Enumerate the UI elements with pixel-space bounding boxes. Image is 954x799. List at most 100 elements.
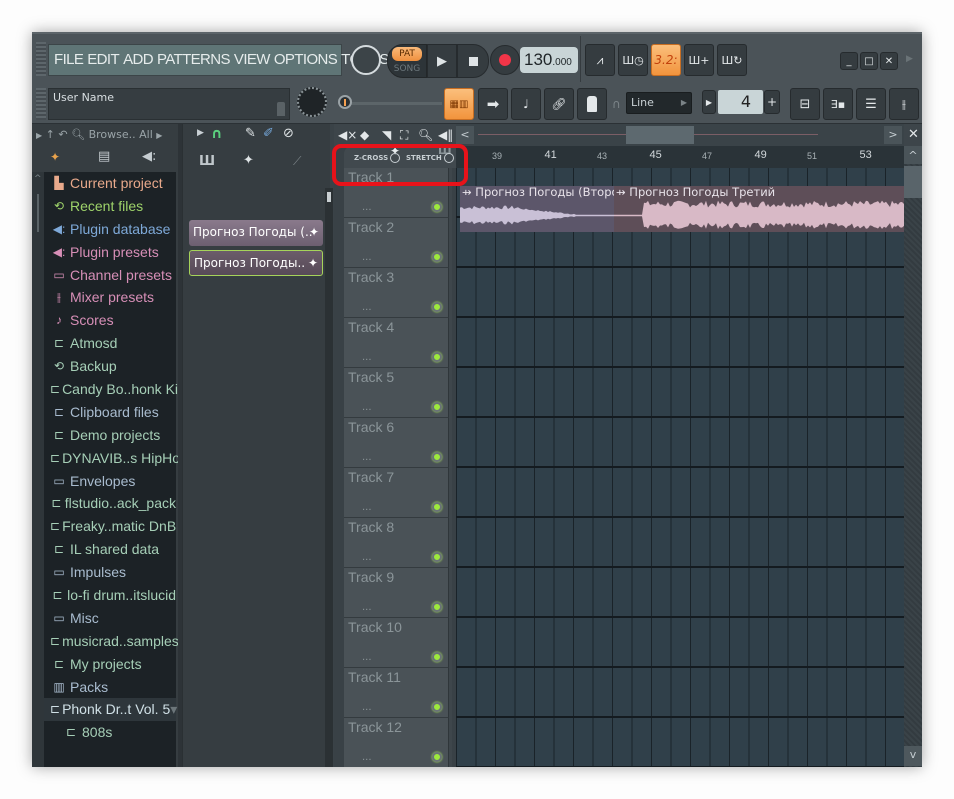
slice-icon[interactable]: ◥	[382, 124, 391, 146]
pat-mode[interactable]: PAT	[392, 47, 422, 61]
toolbar-grip[interactable]	[36, 42, 46, 76]
track-menu-icon[interactable]: ...	[362, 352, 372, 363]
blend-notes-button[interactable]: Ш+	[684, 44, 714, 76]
pencil-icon[interactable]: ✎	[245, 126, 256, 141]
audio-clip-picker-icon[interactable]: ✦	[243, 153, 254, 168]
scroll-up-icon[interactable]: ^	[904, 146, 922, 164]
mixer-button[interactable]: ⫲	[889, 88, 919, 120]
slider-handle[interactable]	[338, 95, 352, 109]
browser-item[interactable]: ▙ Current project	[44, 172, 176, 195]
track-name[interactable]: Track 5	[348, 369, 394, 385]
scroll-down-icon[interactable]: v	[904, 746, 922, 766]
browser-button[interactable]: ☰	[856, 88, 886, 120]
pattern-picker-icon[interactable]: Ш	[199, 154, 215, 169]
close-button[interactable]: ✕	[880, 52, 898, 70]
magnet-icon[interactable]: ∩	[211, 126, 222, 142]
overview-scrollbar[interactable]: < >	[456, 124, 904, 146]
track-menu-icon[interactable]: ...	[362, 752, 372, 763]
plugin-picker-button[interactable]	[577, 88, 607, 120]
track-menu-icon[interactable]: ...	[362, 552, 372, 563]
song-mode[interactable]: SONG	[392, 62, 422, 76]
vertical-scrollbar[interactable]: ^ v	[904, 146, 922, 767]
document-icon[interactable]: ▤	[98, 149, 110, 164]
track-menu-icon[interactable]: ...	[362, 702, 372, 713]
scroll-thumb[interactable]	[327, 192, 331, 202]
waveform-icon[interactable]: ✦	[50, 150, 60, 164]
track-menu-icon[interactable]: ...	[362, 402, 372, 413]
picker-scrollbar[interactable]	[325, 188, 333, 767]
track-mute-led[interactable]	[432, 702, 442, 712]
toolbar-grip-2[interactable]	[36, 88, 46, 120]
record-button[interactable]	[490, 45, 520, 75]
browser-item[interactable]: ⊏ Candy Bo..honk Kit	[44, 378, 182, 401]
track-header[interactable]: Track 8...	[344, 518, 449, 568]
up-arrow-icon[interactable]: ↑	[46, 128, 55, 141]
track-mute-led[interactable]	[432, 452, 442, 462]
options-arrow-icon[interactable]: ▶	[197, 128, 204, 138]
browser-item[interactable]: ▭ Impulses	[44, 561, 176, 584]
track-menu-icon[interactable]: ...	[362, 302, 372, 313]
track-mute-led[interactable]	[432, 352, 442, 362]
track-name[interactable]: Track 3	[348, 269, 394, 285]
track-mute-led[interactable]	[432, 202, 442, 212]
track-mute-led[interactable]	[432, 752, 442, 762]
track-header[interactable]: Track 5...	[344, 368, 449, 418]
channel-rack-button[interactable]: ∃▪	[823, 88, 853, 120]
track-menu-icon[interactable]: ...	[362, 452, 372, 463]
browser-item[interactable]: ⊏ Phonk Dr..t Vol. 5 ▾	[44, 698, 177, 722]
master-pitch-slider[interactable]	[342, 102, 442, 105]
step-add-button[interactable]: +	[764, 90, 780, 114]
track-mute-led[interactable]	[432, 502, 442, 512]
browser-item[interactable]: ▥ Packs	[44, 676, 176, 699]
track-header[interactable]: Track 9...	[344, 568, 449, 618]
track-header[interactable]: Track 12...	[344, 718, 449, 767]
minimize-button[interactable]: _	[840, 52, 858, 70]
track-header[interactable]: Track 6...	[344, 418, 449, 468]
track-mute-led[interactable]	[432, 252, 442, 262]
menu-view[interactable]: VIEW	[234, 51, 271, 68]
track-name[interactable]: Track 6	[348, 419, 394, 435]
master-pitch-knob[interactable]	[351, 45, 381, 75]
track-name[interactable]: Track 7	[348, 469, 394, 485]
maximize-button[interactable]: □	[860, 52, 878, 70]
speaker-icon[interactable]: ◀:	[142, 149, 156, 164]
track-menu-icon[interactable]: ...	[362, 252, 372, 263]
play-button[interactable]: ▶	[427, 44, 457, 78]
playlist-button[interactable]: ⊟	[790, 88, 820, 120]
audio-clip-third[interactable]: ⇸ Прогноз Погоды Третий	[614, 186, 904, 232]
scroll-thumb[interactable]	[626, 126, 694, 144]
wait-for-input-button[interactable]: Ш◷	[618, 44, 648, 76]
audio-clip-second[interactable]: ⇸ Прогноз Погоды (Второй)	[460, 186, 614, 232]
browser-item[interactable]: ⊏ flstudio..ack_pack	[44, 492, 176, 515]
scroll-right-icon[interactable]: >	[884, 126, 902, 144]
browser-item[interactable]: ⊏ lo-fi drum..itslucid	[44, 584, 177, 607]
scroll-up-icon[interactable]: ^	[34, 174, 42, 184]
browser-item[interactable]: ♪ Scores	[44, 309, 176, 332]
browser-item[interactable]: ⊏ My projects	[44, 653, 176, 676]
browser-item[interactable]: ⊏ DYNAVIB..s HipHop	[44, 447, 188, 470]
search-icon[interactable]: 🔍︎	[71, 128, 85, 141]
browser-item[interactable]: ⊏ IL shared data	[44, 538, 176, 561]
mute-all-icon[interactable]: ◀×	[338, 124, 357, 146]
track-name[interactable]: Track 11	[348, 669, 401, 685]
zoom-icon[interactable]: 🔍︎	[418, 124, 433, 146]
expand-icon[interactable]: ▾	[170, 698, 177, 721]
browser-item[interactable]: ⊏ Freaky..matic DnB	[44, 515, 176, 538]
loop-record-button[interactable]: Ш↻	[717, 44, 747, 76]
track-header[interactable]: Track 11...	[344, 668, 449, 718]
piano-roll-button[interactable]: ♩	[511, 88, 541, 120]
track-mute-led[interactable]	[432, 402, 442, 412]
track-name[interactable]: Track 8	[348, 519, 394, 535]
timeline-ruler[interactable]: < > 39 41 43 45 47 49 51 53	[456, 124, 904, 168]
metronome-button[interactable]: ⩘	[585, 44, 615, 76]
browser-item[interactable]: ⊏ musicrad..samples	[44, 630, 179, 653]
track-mute-led[interactable]	[432, 652, 442, 662]
browser-item[interactable]: ◀: Plugin database	[44, 218, 176, 241]
menu-file[interactable]: FILE	[54, 51, 84, 68]
arrow-right-icon[interactable]: ▶	[906, 54, 913, 64]
menu-patterns[interactable]: PATTERNS	[157, 51, 231, 68]
track-name[interactable]: Track 2	[348, 219, 394, 235]
browser-item[interactable]: ◀: Plugin presets	[44, 241, 176, 264]
track-menu-icon[interactable]: ...	[362, 602, 372, 613]
track-header[interactable]: Track 2...	[344, 218, 449, 268]
